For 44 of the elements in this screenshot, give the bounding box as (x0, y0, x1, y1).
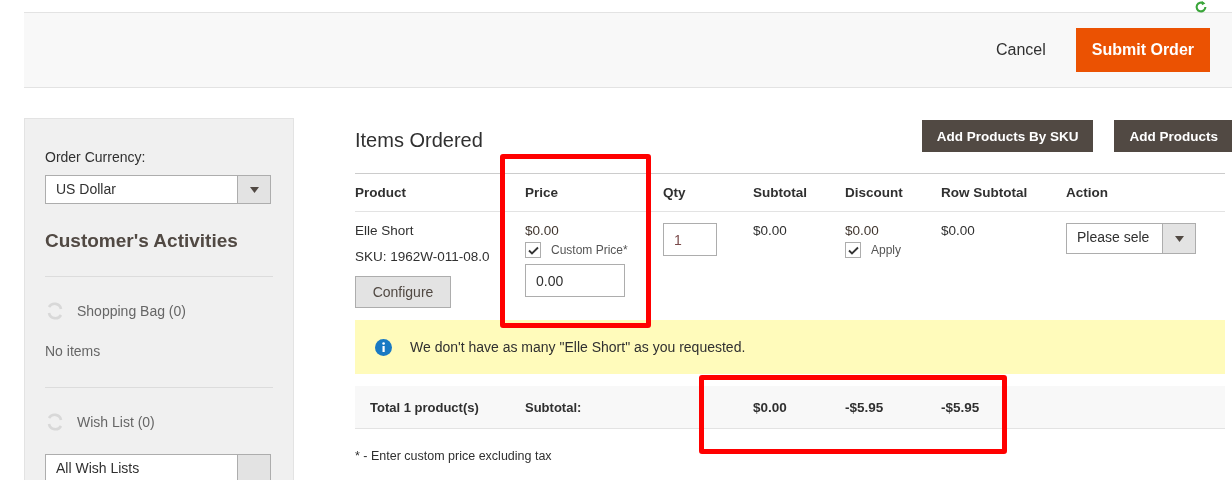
discount-value: $0.00 (845, 223, 880, 238)
configure-button[interactable]: Configure (355, 276, 451, 308)
column-header: Price (525, 185, 559, 200)
section-title: Shopping Bag (0) (77, 303, 186, 319)
footnote: * - Enter custom price excluding tax (355, 449, 553, 463)
add-products-button[interactable]: Add Products By SKU (921, 120, 1094, 152)
column-header: Product (355, 185, 406, 200)
caret-icon (1174, 235, 1184, 242)
caret-icon (249, 186, 259, 193)
column-header: Qty (663, 185, 686, 200)
checkbox-label: Custom Price* (551, 243, 628, 257)
add-products-button[interactable]: Add Products (1114, 120, 1232, 152)
currency-label: Order Currency: (45, 149, 146, 165)
product-name: Elle Short (355, 223, 415, 238)
refresh-icon[interactable] (1194, 0, 1208, 14)
info-icon (375, 338, 392, 356)
empty-message: No items (45, 343, 101, 359)
subtotal-value: $0.00 (753, 223, 788, 238)
column-header: Subtotal (753, 185, 807, 200)
total-value: -$5.95 (845, 399, 884, 415)
column-header: Action (1066, 185, 1108, 200)
activities-title: Customer's Activities (45, 230, 238, 252)
wishlist-select[interactable]: All Wish Lists (45, 454, 271, 480)
cancel-button[interactable]: Cancel (995, 37, 1046, 63)
section-title: Items Ordered (355, 127, 483, 152)
quantity-field[interactable]: 1 (663, 223, 717, 256)
custom-price-field[interactable]: 0.00 (525, 264, 625, 297)
action-select[interactable]: Please sele (1066, 223, 1196, 254)
submit-order-button[interactable]: Submit Order (1075, 28, 1210, 72)
row-subtotal-value: $0.00 (941, 223, 976, 238)
total-label: Total 1 product(s) (370, 399, 479, 415)
product-sku: SKU: 1962W-011-08.0 (355, 249, 491, 264)
column-header: Row Subtotal (941, 185, 1028, 200)
checkbox[interactable] (845, 242, 861, 258)
subtotal-label: Subtotal: (525, 399, 582, 415)
price-value: $0.00 (525, 223, 560, 238)
currency-select[interactable]: US Dollar (45, 175, 271, 204)
checkbox[interactable] (525, 242, 541, 258)
checkbox-label: Apply (871, 243, 902, 257)
total-value: $0.00 (753, 399, 787, 415)
total-value: -$5.95 (941, 399, 980, 415)
section-title: Wish List (0) (77, 414, 155, 430)
column-header: Discount (845, 185, 903, 200)
notice-text: We don't have as many "Elle Short" as you requested. (410, 339, 746, 355)
